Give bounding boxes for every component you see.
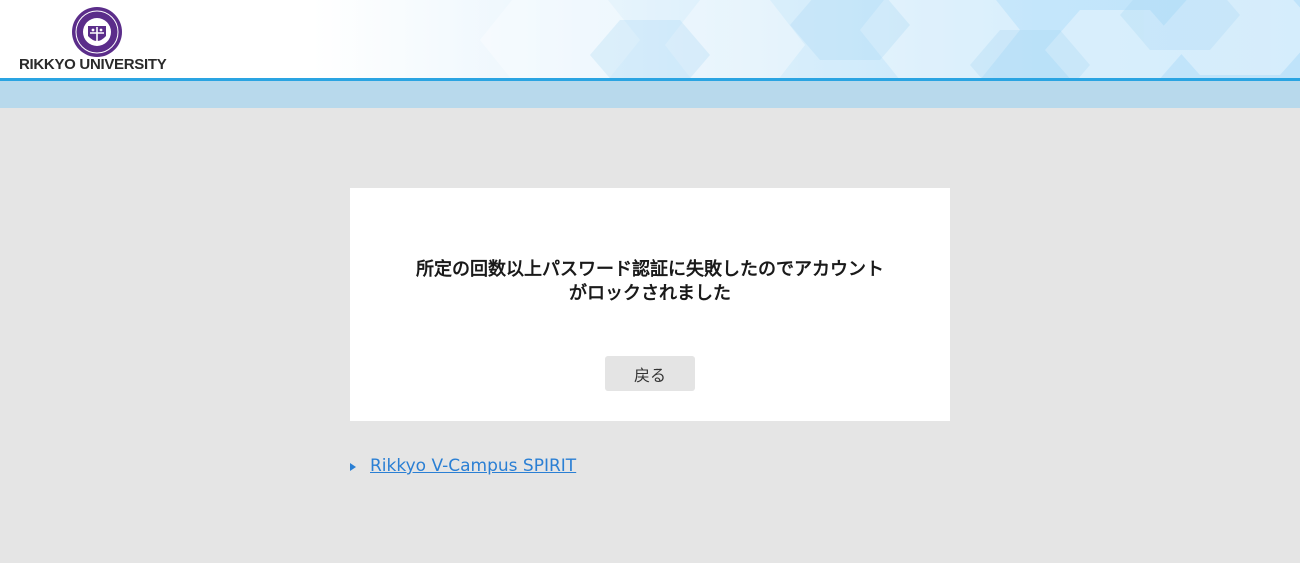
back-button[interactable]: 戻る [605, 356, 695, 391]
spirit-link[interactable]: Rikkyo V-Campus SPIRIT [370, 456, 576, 476]
header-sub-bar [0, 81, 1300, 108]
university-name: RIKKYO UNIVERSITY [19, 56, 167, 73]
message-card: 所定の回数以上パスワード認証に失敗したのでアカウントがロックされました 戻る [350, 188, 950, 421]
site-header: RIKKYO UNIVERSITY [0, 0, 1300, 78]
header-hex-pattern [480, 0, 1300, 78]
university-seal-icon [72, 7, 122, 57]
triangle-bullet-icon [350, 463, 356, 471]
account-locked-message: 所定の回数以上パスワード認証に失敗したのでアカウントがロックされました [416, 259, 884, 304]
